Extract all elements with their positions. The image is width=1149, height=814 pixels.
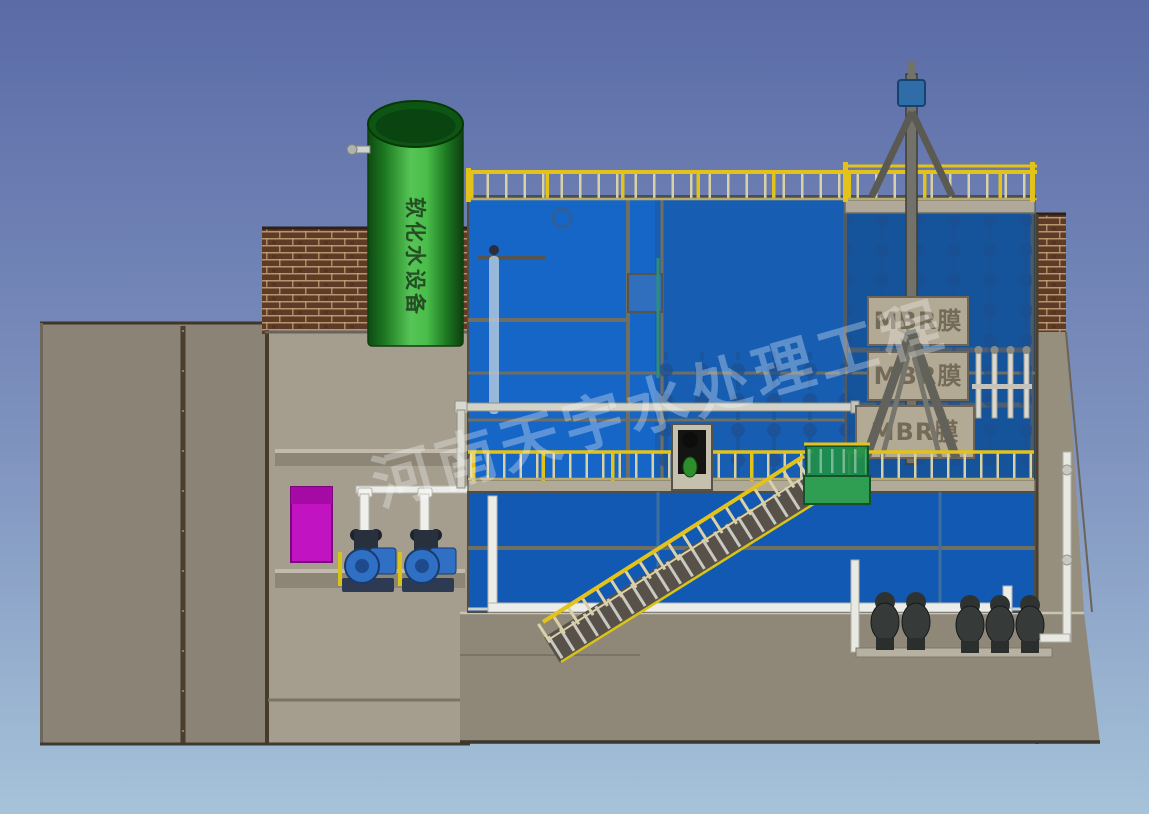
motor-base xyxy=(876,638,894,650)
control-cabinet xyxy=(291,487,332,562)
corner-post xyxy=(1030,162,1035,202)
motor-body xyxy=(902,603,930,641)
pipe-flange xyxy=(1023,346,1031,354)
motor-body xyxy=(986,606,1014,644)
motor-body xyxy=(956,606,984,644)
pump-riser-pipe xyxy=(360,494,369,534)
tank-nozzle-flange xyxy=(347,145,357,155)
riser-valve xyxy=(489,245,499,255)
landing-platform xyxy=(804,476,870,504)
left-wall-panel xyxy=(40,323,265,745)
plant-3d-rendering: 软化水设备 xyxy=(0,0,1149,814)
pipe-flange xyxy=(1062,555,1072,565)
upper-walkway-plank xyxy=(845,200,1035,213)
right-brick-column xyxy=(1036,214,1066,332)
manifold-header xyxy=(972,384,1032,389)
pipe-flange xyxy=(991,346,999,354)
green-valve-body xyxy=(683,457,697,477)
motor-body xyxy=(871,603,899,641)
pump-inlet xyxy=(415,559,429,573)
green-tank-label: 软化水设备 xyxy=(403,197,427,317)
pump-guard-post xyxy=(398,552,402,586)
air-pipe-vertical xyxy=(851,560,859,652)
vertical-pipe xyxy=(1063,452,1071,642)
motor-base xyxy=(961,641,979,653)
pipe-flange xyxy=(975,346,983,354)
pump-guard-post xyxy=(338,552,342,586)
control-cabinet-top xyxy=(291,487,332,504)
hoist-mast-stub xyxy=(908,62,915,76)
render-canvas: 软化水设备 xyxy=(0,0,1149,814)
hoist-cap xyxy=(898,80,925,106)
pump-inlet xyxy=(355,559,369,573)
motor-base xyxy=(991,641,1009,653)
landing-rail-panel xyxy=(806,446,868,476)
corner-post xyxy=(466,168,471,202)
corner-post xyxy=(843,162,848,202)
green-tank-head-inner xyxy=(376,109,456,143)
vertical-drain-pipe xyxy=(488,496,497,608)
internal-riser-pipe xyxy=(489,256,499,414)
motor-base xyxy=(907,638,925,650)
pipe-flange xyxy=(1007,346,1015,354)
stair-landing xyxy=(804,444,870,504)
motor-base xyxy=(1021,641,1039,653)
pipe-flange xyxy=(1062,465,1072,475)
pipe-elbow xyxy=(1040,634,1070,642)
left-boundary-wall xyxy=(40,323,265,745)
